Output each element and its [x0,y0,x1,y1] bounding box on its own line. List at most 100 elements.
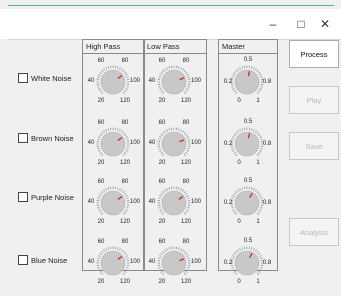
tick-label-0-5: 0.5 [238,178,258,184]
checkbox-purple-noise[interactable]: Purple Noise [18,192,74,202]
tick-label-0-2: 0.2 [218,79,238,85]
knob-dial-icon[interactable] [144,236,204,296]
tick-label-1: 1 [248,279,268,285]
knob-dial-icon[interactable] [217,117,277,177]
analysis-button[interactable]: Analysis [289,218,339,246]
tick-label-20: 20 [152,279,172,285]
tick-label-80: 80 [176,120,196,126]
process-button[interactable]: Process [289,40,339,68]
tick-label-60: 60 [152,120,172,126]
checkbox-box[interactable] [18,73,28,83]
checkbox-label: White Noise [31,74,71,83]
checkbox-label: Brown Noise [31,134,74,143]
save-button[interactable]: Save [289,132,339,160]
checkbox-label: Purple Noise [31,193,74,202]
group-header-divider [219,53,277,54]
tick-label-60: 60 [91,58,111,64]
tick-label-0: 0 [229,98,249,104]
master-group-title: Master [222,42,245,51]
tick-label-120: 120 [176,219,196,225]
tick-label-80: 80 [176,239,196,245]
tick-label-120: 120 [115,98,135,104]
highpass-knob-4[interactable]: 60804010020120 [83,236,143,296]
tick-label-20: 20 [91,279,111,285]
highpass-knob-2[interactable]: 60804010020120 [83,117,143,177]
tick-label-120: 120 [115,219,135,225]
tick-label-1: 1 [248,98,268,104]
tick-label-60: 60 [152,239,172,245]
tick-label-0-2: 0.2 [218,260,238,266]
tick-label-120: 120 [115,279,135,285]
tick-label-1: 1 [248,219,268,225]
window-top-border [8,5,334,6]
tick-label-100: 100 [186,140,206,146]
group-header-divider [83,53,144,54]
tick-label-0-2: 0.2 [218,200,238,206]
lowpass-group-title: Low Pass [147,42,180,51]
tick-label-80: 80 [115,120,135,126]
tick-label-0-5: 0.5 [238,57,258,63]
tick-label-100: 100 [186,78,206,84]
knob-dial-icon[interactable] [217,55,277,115]
checkbox-brown-noise[interactable]: Brown Noise [18,133,74,143]
knob-dial-icon[interactable] [83,236,143,296]
knob-dial-icon[interactable] [144,55,204,115]
close-button[interactable]: ✕ [306,9,341,39]
checkbox-blue-noise[interactable]: Blue Noise [18,255,67,265]
tick-label-100: 100 [186,259,206,265]
tick-label-60: 60 [152,179,172,185]
tick-label-40: 40 [142,140,162,146]
tick-label-40: 40 [81,259,101,265]
lowpass-knob-2[interactable]: 60804010020120 [144,117,204,177]
master-knob-1[interactable]: 0.5 0.2 0.8 01 [217,55,277,115]
group-header-divider [144,53,206,54]
tick-label-20: 20 [152,98,172,104]
knob-dial-icon[interactable] [144,176,204,236]
highpass-knob-1[interactable]: 60804010020120 [83,55,143,115]
master-knob-3[interactable]: 0.50.20.801 [217,176,277,236]
checkbox-box[interactable] [18,133,28,143]
highpass-group-title: High Pass [86,42,120,51]
tick-label-60: 60 [91,120,111,126]
tick-label-80: 80 [115,239,135,245]
knob-dial-icon[interactable] [83,176,143,236]
tick-label-20: 20 [91,219,111,225]
knob-dial-icon[interactable] [217,176,277,236]
tick-label-0-8: 0.8 [257,141,277,147]
tick-label-20: 20 [152,219,172,225]
master-knob-2[interactable]: 0.50.20.801 [217,117,277,177]
tick-label-0-5: 0.5 [238,119,258,125]
lowpass-knob-4[interactable]: 60804010020120 [144,236,204,296]
tick-label-20: 20 [91,160,111,166]
master-knob-4[interactable]: 0.50.20.801 [217,236,277,296]
tick-label-80: 80 [176,179,196,185]
tick-label-40: 40 [81,140,101,146]
tick-label-0: 0 [229,279,249,285]
tick-label-1: 1 [248,160,268,166]
lowpass-knob-3[interactable]: 60 80 40 100 20 120 [144,176,204,236]
tick-label-40: 40 [81,78,101,84]
checkbox-box[interactable] [18,192,28,202]
tick-label-80: 80 [115,179,135,185]
tick-label-0-8: 0.8 [257,200,277,206]
app-window: – □ ✕ White Noise Brown Noise Purple Noi… [0,0,341,295]
knob-dial-icon[interactable] [83,117,143,177]
tick-label-120: 120 [176,98,196,104]
tick-label-40: 40 [142,78,162,84]
tick-label-60: 60 [91,179,111,185]
tick-label-100: 100 [186,199,206,205]
checkbox-box[interactable] [18,255,28,265]
knob-dial-icon[interactable] [83,55,143,115]
tick-label-80: 80 [176,58,196,64]
tick-label-0-8: 0.8 [257,79,277,85]
play-button[interactable]: Play [289,86,339,114]
knob-dial-icon[interactable] [144,117,204,177]
title-bar: – □ ✕ [0,9,341,39]
knob-dial-icon[interactable] [217,236,277,296]
tick-label-40: 40 [142,199,162,205]
highpass-knob-3[interactable]: 60804010020120 [83,176,143,236]
tick-label-40: 40 [142,259,162,265]
checkbox-white-noise[interactable]: White Noise [18,73,71,83]
lowpass-knob-1[interactable]: 60804010020120 [144,55,204,115]
checkbox-label: Blue Noise [31,256,67,265]
